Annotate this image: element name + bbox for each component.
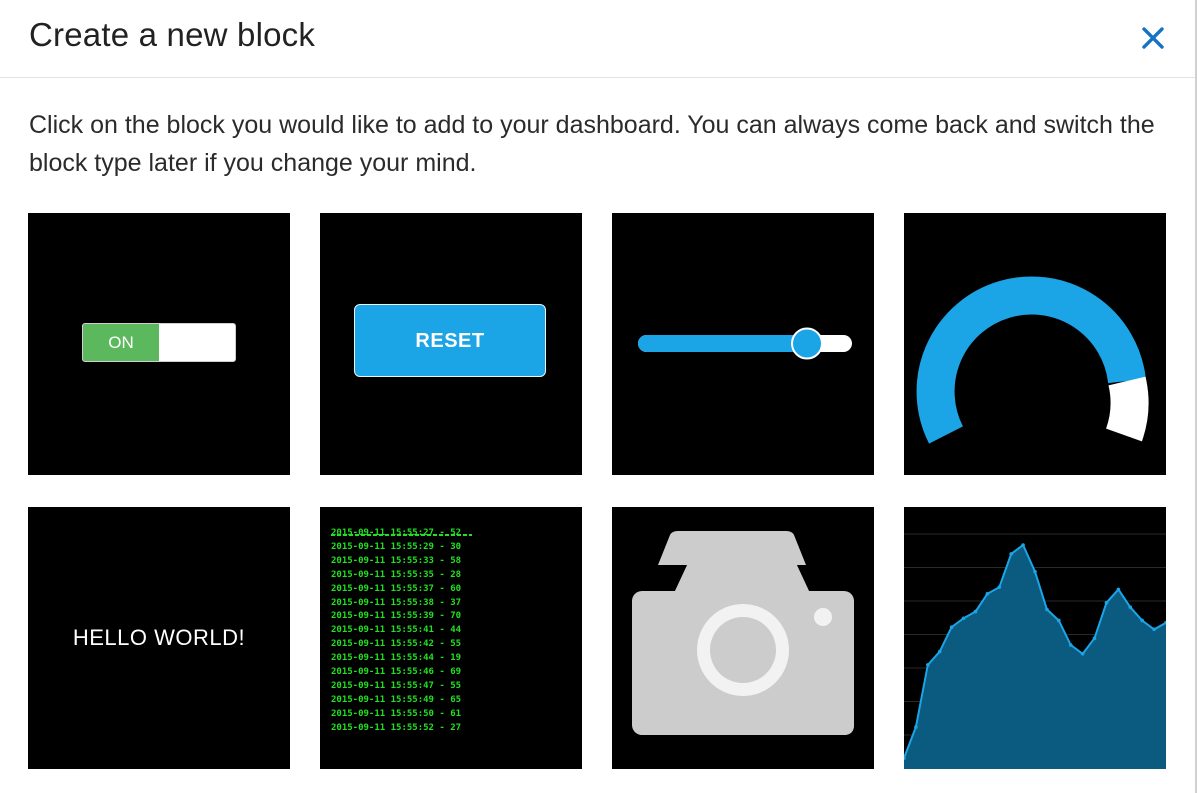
- chart-point: [997, 585, 1002, 589]
- log-line: 2015-09-11 15:55:49 - 65: [331, 694, 462, 705]
- area-chart-icon: [904, 533, 1166, 769]
- log-line: 2015-09-11 15:55:42 - 55: [331, 639, 462, 650]
- chart-point: [937, 649, 942, 654]
- log-line: 2015-09-11 15:55:50 - 61: [331, 708, 462, 719]
- chart-point: [1116, 587, 1121, 592]
- block-option-gauge[interactable]: [904, 213, 1166, 475]
- camera-icon: [632, 531, 854, 735]
- chart-point: [961, 616, 966, 621]
- chart-point: [949, 625, 954, 629]
- log-line: 2015-09-11 15:55:39 - 70: [331, 611, 462, 622]
- chart-point: [1045, 607, 1049, 612]
- chart-point: [1021, 543, 1025, 547]
- chart-point: [1092, 636, 1097, 641]
- slider-icon: [638, 327, 852, 360]
- chart-point: [985, 592, 990, 596]
- chart-point: [914, 725, 918, 729]
- log-line: 2015-09-11 15:55:46 - 69: [331, 667, 462, 678]
- log-line: 2015-09-11 15:55:52 - 27: [331, 722, 462, 733]
- chart-point: [1080, 651, 1085, 656]
- block-option-slider[interactable]: [612, 213, 874, 475]
- text-icon: HELLO WORLD!: [72, 625, 246, 650]
- close-button[interactable]: [1136, 21, 1170, 55]
- dialog-intro-text: Click on the block you would like to add…: [29, 111, 1155, 177]
- gauge-icon: [916, 276, 1149, 444]
- create-block-dialog: Create a new block Click on the block yo…: [0, 0, 1197, 793]
- log-line: 2015-09-11 15:55:29 - 30: [331, 541, 462, 552]
- block-option-chart[interactable]: [904, 507, 1166, 769]
- close-icon: [1142, 27, 1164, 49]
- log-line: 2015-09-11 15:55:37 - 60: [331, 583, 462, 594]
- chart-point: [1128, 605, 1133, 609]
- log-line: 2015-09-11 15:55:44 - 19: [331, 653, 462, 664]
- block-option-camera[interactable]: [612, 507, 874, 769]
- switch-on-label: ON: [83, 324, 159, 361]
- log-line: 2015-09-11 15:55:33 - 58: [331, 555, 462, 566]
- chart-point: [1140, 618, 1144, 623]
- dialog-title: Create a new block: [29, 16, 316, 53]
- chart-point: [973, 609, 978, 614]
- log-line: 2015-09-11 15:55:41 - 44: [331, 625, 462, 636]
- log-line: 2015-09-11 15:55:47 - 55: [331, 680, 462, 691]
- chart-point: [1009, 552, 1013, 556]
- chart-point: [1152, 627, 1156, 632]
- chart-point: [1068, 643, 1073, 647]
- switch-icon: ON: [82, 323, 236, 362]
- block-option-log[interactable]: 2015-09-11 15:55:27 - 52 2015-09-11 15:55…: [320, 507, 582, 769]
- chart-point: [926, 663, 930, 667]
- block-option-text[interactable]: HELLO WORLD!: [28, 507, 290, 769]
- chart-point: [1104, 600, 1109, 605]
- chart-point: [1033, 569, 1037, 574]
- chart-point: [1057, 618, 1061, 623]
- log-lines: 2015-09-11 15:55:27 - 52 2015-09-11 15:55…: [331, 527, 461, 736]
- log-line: 2015-09-11 15:55:27 - 52: [331, 528, 462, 538]
- log-line: 2015-09-11 15:55:38 - 37: [331, 597, 462, 608]
- block-option-button[interactable]: RESET: [320, 213, 582, 475]
- dialog-header: Create a new block: [0, 0, 1195, 78]
- block-option-switch[interactable]: ON: [28, 213, 290, 475]
- log-line: 2015-09-11 15:55:35 - 28: [331, 569, 462, 580]
- button-icon: RESET: [354, 304, 546, 377]
- chart-area: [904, 545, 1166, 769]
